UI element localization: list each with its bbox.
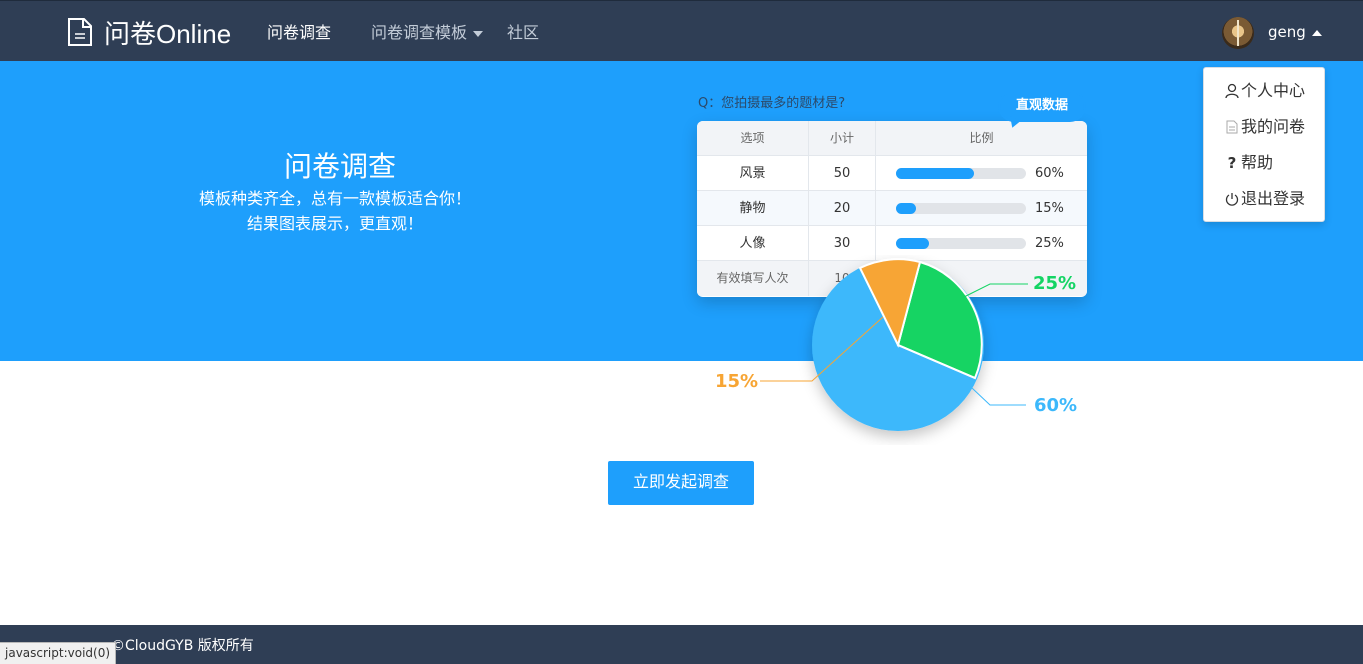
footer: ©CloudGYB 版权所有 — [0, 625, 1363, 664]
sample-question: Q：您拍摄最多的题材是? — [698, 96, 846, 111]
column-header-count: 小计 — [809, 121, 876, 156]
file-icon — [1224, 114, 1240, 140]
menu-item-label: 个人中心 — [1241, 81, 1306, 100]
menu-item-profile[interactable]: 个人中心 — [1204, 78, 1324, 114]
table-header: 选项 小计 比例 — [697, 121, 1087, 156]
document-icon — [68, 18, 92, 46]
hero-title: 问卷调查 — [283, 150, 396, 183]
table-row: 风景 50 60% — [697, 156, 1087, 191]
row-ratio-label: 15% — [1035, 201, 1064, 216]
power-icon — [1224, 186, 1240, 212]
pie-group — [812, 258, 984, 431]
row-count: 20 — [809, 191, 876, 226]
nav-survey-templates[interactable]: 问卷调查模板 — [371, 21, 484, 45]
table-row: 静物 20 15% — [697, 191, 1087, 226]
ratio-bar — [896, 238, 1026, 249]
column-header-option: 选项 — [697, 121, 809, 156]
row-count: 50 — [809, 156, 876, 191]
brand-name: 问卷Online — [104, 18, 232, 49]
ratio-bar — [896, 168, 1026, 179]
user-name: geng — [1268, 23, 1306, 41]
ratio-bar-fill — [896, 203, 916, 214]
pie-label-15: 15% — [715, 371, 759, 392]
menu-item-label: 我的问卷 — [1241, 117, 1306, 136]
menu-item-logout[interactable]: 退出登录 — [1204, 186, 1324, 222]
row-option: 风景 — [697, 156, 809, 191]
chevron-down-icon — [473, 30, 484, 37]
avatar[interactable] — [1222, 17, 1254, 49]
menu-item-help[interactable]: ? 帮助 — [1204, 150, 1324, 186]
intuitive-data-bubble: 直观数据 — [1000, 92, 1084, 120]
user-icon — [1224, 78, 1240, 104]
brand-logo[interactable]: 问卷Online — [66, 15, 231, 49]
browser-status-bar: javascript:void(0) — [0, 642, 117, 664]
column-header-ratio: 比例 — [969, 131, 994, 145]
copyright-text: ©CloudGYB 版权所有 — [111, 638, 254, 654]
menu-item-label: 退出登录 — [1241, 189, 1306, 208]
leader-line-25 — [961, 283, 1028, 299]
user-dropdown-menu: 个人中心 我的问卷 ? 帮助 退出登录 — [1203, 67, 1325, 222]
user-menu-toggle[interactable]: geng — [1268, 21, 1322, 43]
row-option: 静物 — [697, 191, 809, 226]
question-icon: ? — [1227, 154, 1237, 172]
nav-survey-templates-label: 问卷调查模板 — [371, 23, 468, 42]
ratio-bar — [896, 203, 1026, 214]
chevron-up-icon — [1311, 29, 1322, 36]
pie-label-60: 60% — [1034, 395, 1078, 416]
ratio-bar-fill — [896, 238, 929, 249]
top-navbar: 问卷Online 问卷调查 问卷调查模板 社区 geng — [0, 0, 1363, 61]
hero-subtitle-2: 结果图表展示，更直观！ — [246, 214, 423, 233]
sample-pie-chart: 25% 15% 60% — [700, 255, 1100, 445]
hero-banner: 问卷调查 模板种类齐全，总有一款模板适合你！ 结果图表展示，更直观！ — [0, 61, 1363, 361]
nav-community[interactable]: 社区 — [507, 21, 539, 45]
ratio-bar-fill — [896, 168, 974, 179]
start-survey-button[interactable]: 立即发起调查 — [608, 461, 754, 505]
menu-item-my-surveys[interactable]: 我的问卷 — [1204, 114, 1324, 150]
menu-item-label: 帮助 — [1241, 153, 1274, 172]
pie-label-25: 25% — [1033, 273, 1077, 294]
hero-subtitle-1: 模板种类齐全，总有一款模板适合你！ — [198, 189, 471, 208]
nav-survey[interactable]: 问卷调查 — [267, 21, 331, 45]
row-ratio-label: 60% — [1035, 166, 1064, 181]
leader-line-60 — [971, 387, 1026, 406]
